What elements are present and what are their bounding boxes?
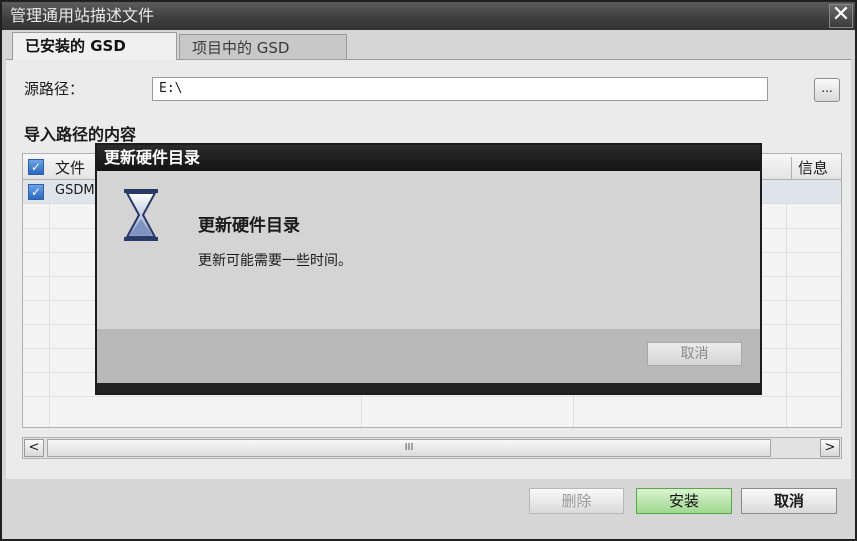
tab-installed-gsd[interactable]: 已安装的 GSD — [12, 32, 177, 60]
modal-cancel-button[interactable]: 取消 — [647, 342, 742, 366]
column-header-file[interactable]: 文件 — [55, 157, 85, 178]
window-titlebar[interactable]: 管理通用站描述文件 — [2, 2, 855, 30]
modal-message: 更新可能需要一些时间。 — [198, 253, 352, 269]
browse-button[interactable]: ... — [814, 78, 840, 102]
modal-titlebar[interactable]: 更新硬件目录 — [97, 145, 760, 171]
window-title: 管理通用站描述文件 — [10, 6, 155, 25]
chevron-left-icon: < — [28, 440, 40, 455]
tab-project-gsd[interactable]: 项目中的 GSD — [179, 34, 347, 60]
modal-title: 更新硬件目录 — [104, 148, 201, 167]
section-title: 导入路径的内容 — [24, 125, 137, 144]
hourglass-icon — [124, 189, 158, 241]
column-header-info[interactable]: 信息 — [791, 157, 841, 182]
dialog-footer: 删除 安装 取消 — [2, 480, 855, 539]
row-file-name: GSDM — [55, 183, 95, 198]
source-path-label: 源路径： — [24, 80, 85, 98]
modal-footer: 取消 — [97, 329, 760, 383]
horizontal-scrollbar[interactable]: < III > — [22, 437, 842, 459]
modal-body: 更新硬件目录 更新可能需要一些时间。 — [97, 171, 760, 329]
install-button[interactable]: 安装 — [636, 488, 732, 514]
scroll-left-button[interactable]: < — [24, 439, 44, 457]
close-icon: ✕ — [831, 2, 851, 27]
chevron-right-icon: > — [824, 440, 836, 455]
select-all-checkbox[interactable]: ✓ — [28, 159, 44, 175]
modal-bottom-bar — [97, 383, 760, 393]
row-checkbox[interactable]: ✓ — [28, 184, 44, 200]
cancel-button[interactable]: 取消 — [741, 488, 837, 514]
close-button[interactable]: ✕ — [829, 4, 853, 28]
update-catalog-modal: 更新硬件目录 更新硬件目录 更新可能需要一些时间。 取消 — [95, 143, 762, 395]
scroll-thumb[interactable]: III — [47, 439, 771, 457]
tab-strip: 已安装的 GSD 项目中的 GSD — [2, 30, 855, 60]
modal-heading: 更新硬件目录 — [198, 216, 300, 236]
delete-button[interactable]: 删除 — [529, 488, 624, 514]
scroll-right-button[interactable]: > — [820, 439, 840, 457]
source-path-input[interactable]: E:\ — [152, 77, 768, 101]
